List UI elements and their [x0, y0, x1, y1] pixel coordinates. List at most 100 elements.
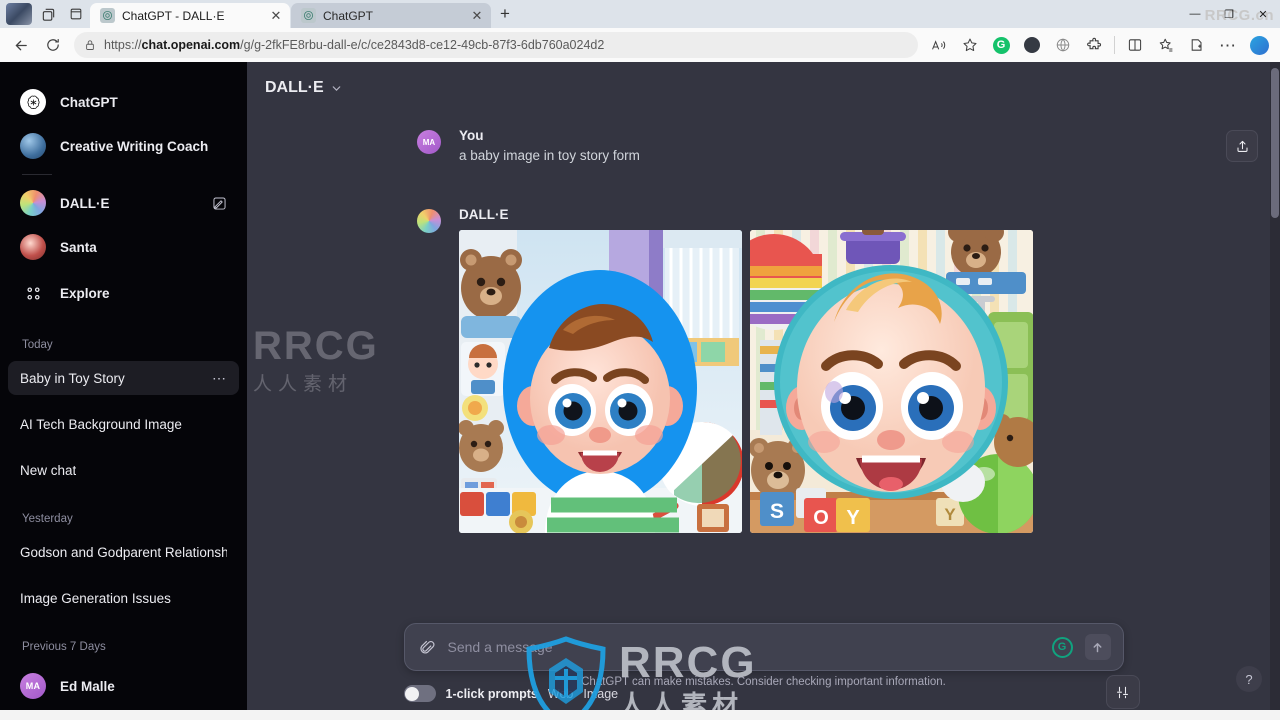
chat-history-title: Image Generation Issues	[20, 590, 171, 606]
help-button[interactable]: ?	[1236, 666, 1262, 692]
copilot-icon[interactable]	[1244, 31, 1274, 59]
sidebar: ChatGPT Creative Writing Coach DALL·E Sa…	[0, 62, 247, 710]
split-screen-icon[interactable]	[1120, 31, 1150, 59]
settings-ellipsis-icon[interactable]: ⋯	[1213, 31, 1243, 59]
generated-image-1[interactable]	[459, 230, 742, 533]
chat-history-title: Godson and Godparent Relationship	[20, 544, 227, 560]
svg-text:S: S	[770, 500, 784, 523]
sidebar-gpt-santa[interactable]: Santa	[8, 225, 239, 269]
santa-avatar-icon	[20, 234, 46, 260]
conversation: MA You a baby image in toy story form DA…	[247, 128, 1280, 533]
browser-tab-inactive[interactable]: ChatGPT ✕	[291, 3, 491, 28]
message-assistant: DALL·E S O Y Y	[417, 207, 1280, 533]
address-bar[interactable]: https://chat.openai.com/g/g-2fkFE8rbu-da…	[74, 32, 918, 58]
sidebar-gpt-chatgpt[interactable]: ChatGPT	[8, 80, 239, 124]
maximize-button[interactable]: ❐	[1212, 0, 1246, 28]
new-tab-button[interactable]: +	[492, 2, 518, 26]
sidebar-user-account[interactable]: MA Ed Malle	[8, 665, 239, 707]
sidebar-item-explore[interactable]: Explore	[8, 273, 239, 313]
tab-title: ChatGPT - DALL·E	[122, 8, 225, 23]
dalle-avatar-icon	[20, 190, 46, 216]
tab-close-icon[interactable]: ✕	[268, 8, 284, 24]
model-selector-label[interactable]: DALL·E	[265, 79, 324, 97]
extensions-puzzle-icon[interactable]	[1079, 31, 1109, 59]
sidebar-user-name: Ed Malle	[60, 678, 115, 694]
new-chat-edit-icon[interactable]	[212, 196, 227, 211]
browser-essentials-icon[interactable]	[1182, 31, 1212, 59]
grammarly-circle-icon[interactable]: G	[1051, 636, 1073, 658]
message-user: MA You a baby image in toy story form	[417, 128, 1280, 163]
tab-title: ChatGPT	[323, 8, 374, 23]
vertical-tabs-icon[interactable]	[62, 2, 90, 26]
scrollbar-thumb[interactable]	[1271, 68, 1279, 218]
translate-globe-icon[interactable]	[1048, 31, 1078, 59]
share-button[interactable]	[1226, 130, 1258, 162]
dalle-avatar-icon	[417, 209, 441, 233]
send-button[interactable]	[1084, 634, 1111, 660]
sidebar-gpt-creative-writing-coach[interactable]: Creative Writing Coach	[8, 124, 239, 168]
bottom-option-web[interactable]: Web	[548, 687, 573, 701]
generated-image-2[interactable]: S IS O Y	[750, 230, 1033, 533]
paperclip-icon[interactable]	[419, 639, 436, 656]
chat-history-title: AI Tech Background Image	[20, 416, 182, 432]
chat-history-title: New chat	[20, 462, 77, 478]
chat-history-title: Baby in Toy Story	[20, 370, 125, 386]
reload-button[interactable]	[38, 31, 68, 59]
minimize-button[interactable]: —	[1178, 0, 1212, 28]
read-aloud-icon[interactable]	[924, 31, 954, 59]
favorite-star-icon[interactable]	[955, 31, 985, 59]
message-author: You	[459, 128, 484, 143]
page-scrollbar[interactable]	[1270, 62, 1280, 710]
profile-avatar[interactable]	[6, 3, 32, 25]
sidebar-section-label-yesterday: Yesterday	[22, 513, 73, 525]
back-button[interactable]	[6, 31, 36, 59]
bottom-option-image[interactable]: Image	[583, 687, 618, 701]
chat-history-item[interactable]: Baby in Toy Story ⋯	[8, 361, 239, 395]
avatar: MA	[417, 130, 441, 154]
url-text: https://chat.openai.com/g/g-2fkFE8rbu-da…	[104, 38, 605, 52]
grid-icon	[20, 286, 46, 301]
main-header: DALL·E	[247, 62, 1280, 114]
sidebar-divider	[22, 174, 52, 175]
chat-history-item[interactable]: AI Tech Background Image	[8, 407, 239, 441]
chat-history-item[interactable]: Image Generation Issues	[8, 581, 239, 615]
browser-window: ChatGPT - DALL·E ✕ ChatGPT ✕ + RRCG.cn —…	[0, 0, 1280, 720]
toolbar-divider	[1114, 36, 1115, 54]
one-click-prompts-label: 1-click prompts	[445, 686, 538, 701]
browser-tab-active[interactable]: ChatGPT - DALL·E ✕	[90, 3, 290, 28]
tab-actions-icon[interactable]	[34, 2, 62, 26]
chat-options-icon[interactable]: ⋯	[204, 370, 227, 387]
tab-close-icon[interactable]: ✕	[469, 8, 485, 24]
message-text: a baby image in toy story form	[459, 148, 640, 163]
sidebar-gpt-label: DALL·E	[60, 195, 110, 211]
sidebar-explore-label: Explore	[60, 285, 110, 301]
browser-titlebar: ChatGPT - DALL·E ✕ ChatGPT ✕ + RRCG.cn —…	[0, 0, 1280, 28]
sidebar-gpt-label: Creative Writing Coach	[60, 138, 209, 154]
browser-navbar: https://chat.openai.com/g/g-2fkFE8rbu-da…	[0, 28, 1280, 62]
grammarly-extension-icon[interactable]: G	[986, 31, 1016, 59]
chevron-down-icon[interactable]	[330, 82, 343, 95]
message-author: DALL·E	[459, 207, 509, 222]
message-input[interactable]: Send a message	[448, 639, 1040, 655]
svg-text:O: O	[813, 507, 829, 529]
sidebar-gpt-label: ChatGPT	[60, 94, 118, 110]
chat-history-item[interactable]: Godson and Godparent Relationship	[8, 535, 239, 569]
dark-extension-icon[interactable]	[1017, 31, 1047, 59]
lock-icon	[84, 39, 96, 51]
sidebar-gpt-label: Santa	[60, 239, 97, 255]
collections-icon[interactable]	[1151, 31, 1181, 59]
chat-history-item[interactable]: New chat	[8, 453, 239, 487]
message-body: You a baby image in toy story form	[459, 128, 1280, 163]
sidebar-section-label-today: Today	[22, 339, 53, 351]
svg-text:Y: Y	[944, 505, 956, 524]
sidebar-section-label-previous-7-days: Previous 7 Days	[22, 641, 106, 653]
openai-logo-icon	[20, 89, 46, 115]
generated-image-row: S IS O Y	[459, 230, 1280, 533]
sidebar-gpt-dalle[interactable]: DALL·E	[8, 181, 239, 225]
message-body: DALL·E S O Y Y	[459, 207, 1280, 533]
svg-text:Y: Y	[846, 507, 860, 529]
close-window-button[interactable]: ✕	[1246, 0, 1280, 28]
tab-favicon-icon	[301, 8, 316, 23]
message-composer[interactable]: Send a message G	[403, 623, 1124, 671]
toggle-knob	[405, 686, 419, 701]
